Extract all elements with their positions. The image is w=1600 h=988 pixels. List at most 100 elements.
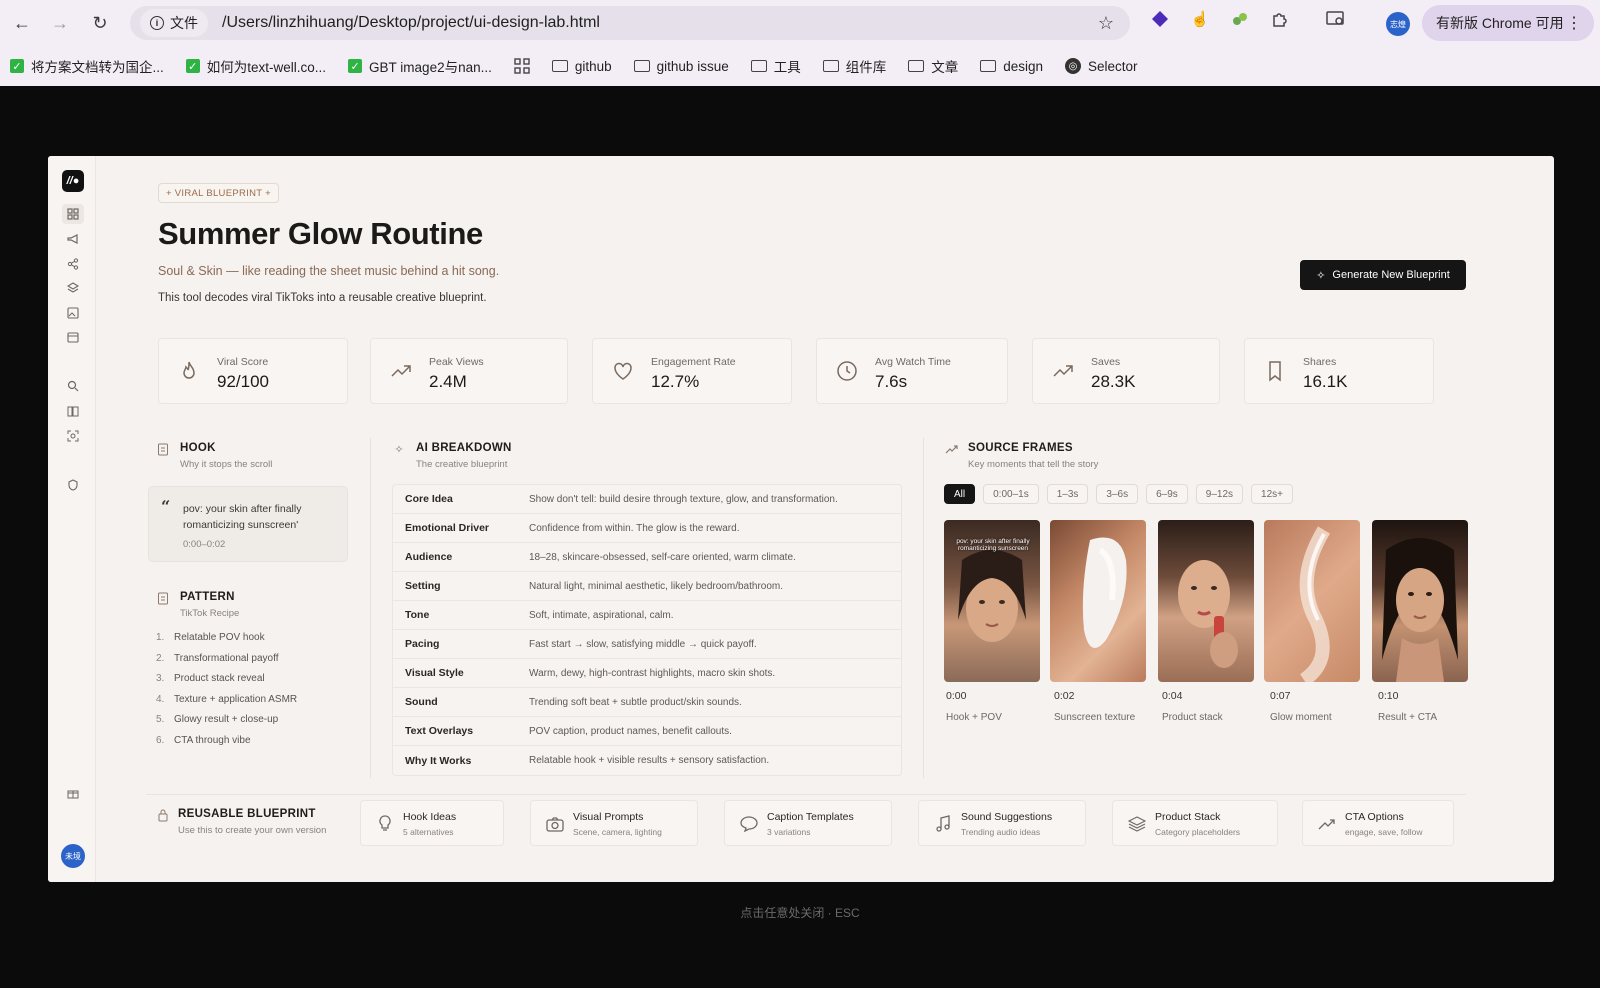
- bookmark-item[interactable]: ✓ 如何为text-well.co...: [185, 56, 327, 76]
- bookmark-label: github: [574, 58, 612, 74]
- lightbulb-icon: [375, 814, 395, 834]
- visual-prompts-card[interactable]: Visual Prompts Scene, camera, lighting: [530, 800, 698, 846]
- trend-up-icon: [1051, 359, 1075, 383]
- stat-card-engagement-rate: Engagement Rate 12.7%: [592, 338, 792, 404]
- calendar-icon[interactable]: [62, 327, 84, 347]
- card-subtitle: engage, save, follow: [1345, 827, 1423, 837]
- card-subtitle: Trending audio ideas: [961, 827, 1041, 837]
- site-info-button[interactable]: i 文件: [140, 9, 208, 37]
- caption-templates-card[interactable]: Caption Templates 3 variations: [724, 800, 892, 846]
- table-row: Why It Works Relatable hook + visible res…: [405, 754, 770, 767]
- bookmark-item[interactable]: 组件库: [822, 56, 886, 76]
- layers-icon[interactable]: [62, 278, 84, 298]
- chrome-update-button[interactable]: 有新版 Chrome 可用 ⋮: [1422, 5, 1594, 41]
- card-subtitle: 5 alternatives: [403, 827, 454, 837]
- camera-icon: [545, 814, 565, 834]
- source-frame-thumbnail[interactable]: [1050, 520, 1146, 682]
- stat-label: Saves: [1091, 356, 1121, 368]
- table-row: Text Overlays POV caption, product names,…: [393, 717, 901, 746]
- filter-chip-all[interactable]: All: [944, 484, 976, 504]
- filter-chip[interactable]: 1–3s: [1046, 484, 1089, 504]
- forward-arrow-icon[interactable]: →: [42, 5, 78, 41]
- table-row: Visual Style Warm, dewy, high-contrast hi…: [393, 659, 901, 688]
- bookmark-item[interactable]: design: [980, 59, 1043, 74]
- search-icon[interactable]: [62, 376, 84, 396]
- sound-suggestions-card[interactable]: Sound Suggestions Trending audio ideas: [918, 800, 1086, 846]
- breakdown-title: AI BREAKDOWN: [416, 442, 512, 454]
- bookmark-item[interactable]: 文章: [908, 56, 958, 76]
- app-logo[interactable]: //●: [62, 170, 84, 192]
- stat-label: Shares: [1303, 356, 1337, 368]
- source-frame-thumbnail[interactable]: [1264, 520, 1360, 682]
- stat-card-viral-score: Viral Score 92/100: [158, 338, 348, 404]
- filter-chip[interactable]: 0:00–1s: [983, 484, 1039, 504]
- stat-label: Engagement Rate: [651, 356, 736, 368]
- scan-face-icon[interactable]: [62, 426, 84, 446]
- url-text[interactable]: /Users/linzhihuang/Desktop/project/ui-de…: [222, 14, 600, 32]
- bookmark-label: 如何为text-well.co...: [206, 60, 327, 75]
- filter-chip[interactable]: 3–6s: [1096, 484, 1139, 504]
- source-frame-thumbnail[interactable]: pov: your skin after finally romanticizi…: [944, 520, 1040, 682]
- site-info-label: 文件: [170, 15, 198, 31]
- filter-chip[interactable]: 12s+: [1251, 484, 1293, 504]
- card-title: Caption Templates: [767, 811, 854, 823]
- grid-icon[interactable]: [62, 204, 84, 224]
- source-frame-thumbnail[interactable]: [1158, 520, 1254, 682]
- reusable-subtitle: Use this to create your own version: [178, 825, 327, 836]
- product-stack-card[interactable]: Product Stack Category placeholders: [1112, 800, 1278, 846]
- gallery-icon[interactable]: [62, 303, 84, 323]
- checkmark-icon: ✓: [10, 59, 24, 73]
- bookmark-item[interactable]: github: [551, 58, 612, 74]
- gift-icon[interactable]: [62, 783, 84, 803]
- generate-blueprint-button[interactable]: ✧ Generate New Blueprint: [1300, 260, 1466, 290]
- extension-diamond-icon[interactable]: [1150, 9, 1170, 29]
- user-avatar[interactable]: 未境: [61, 844, 85, 868]
- sparkle-icon: ✧: [1316, 269, 1326, 282]
- table-row: Audience 18–28, skincare-obsessed, self-c…: [393, 543, 901, 572]
- bookmark-label: 文章: [931, 60, 959, 75]
- hook-ideas-card[interactable]: Hook Ideas 5 alternatives: [360, 800, 504, 846]
- tab-search-icon[interactable]: [1326, 9, 1346, 29]
- frame-time: 0:07: [1270, 690, 1291, 702]
- bookmark-item[interactable]: ◎ Selector: [1065, 58, 1138, 74]
- extension-hand-icon[interactable]: ☝: [1190, 9, 1210, 29]
- filter-chip[interactable]: 6–9s: [1146, 484, 1188, 504]
- library-icon[interactable]: [62, 401, 84, 421]
- bookmark-item[interactable]: 工具: [750, 56, 801, 76]
- back-arrow-icon[interactable]: ←: [4, 5, 40, 41]
- hook-quote-card: “ pov: your skin after finally romantici…: [148, 486, 348, 562]
- bookmark-item[interactable]: github issue: [633, 59, 729, 74]
- card-subtitle: 3 variations: [767, 827, 811, 837]
- bookmark-label: Selector: [1088, 58, 1138, 74]
- source-frame-thumbnail[interactable]: [1372, 520, 1468, 682]
- folder-icon: [750, 60, 767, 72]
- folder-icon: [633, 60, 650, 72]
- frame-time: 0:00: [946, 690, 967, 702]
- bookmark-item[interactable]: ✓ GBT image2与nan...: [348, 56, 492, 76]
- address-bar[interactable]: i 文件 /Users/linzhihuang/Desktop/project/…: [130, 6, 1130, 40]
- stat-card-shares: Shares 16.1K: [1244, 338, 1434, 404]
- star-icon[interactable]: ☆: [1098, 13, 1114, 34]
- card-title: Sound Suggestions: [961, 811, 1053, 823]
- megaphone-icon[interactable]: [62, 229, 84, 249]
- list-item: 4. Texture + application ASMR: [156, 693, 298, 705]
- cta-options-card[interactable]: CTA Options engage, save, follow: [1302, 800, 1454, 846]
- extensions-puzzle-icon[interactable]: [1270, 9, 1290, 29]
- extension-puzzle-green-icon[interactable]: [1230, 9, 1250, 29]
- hook-subtitle: Why it stops the scroll: [180, 459, 273, 470]
- profile-avatar[interactable]: 志煌: [1386, 12, 1410, 36]
- folder-icon: [822, 60, 839, 72]
- stat-card-saves: Saves 28.3K: [1032, 338, 1220, 404]
- card-title: Hook Ideas: [403, 811, 457, 823]
- bookmark-item[interactable]: ✓ 将方案文档转为国企...: [10, 56, 164, 76]
- list-item: 2. Transformational payoff: [156, 652, 279, 664]
- share-nodes-icon[interactable]: [62, 254, 84, 274]
- breakdown-subtitle: The creative blueprint: [416, 459, 508, 470]
- filter-chip[interactable]: 9–12s: [1195, 484, 1244, 504]
- apps-grid-icon[interactable]: [514, 58, 530, 74]
- lock-icon: [156, 808, 170, 822]
- more-vertical-icon[interactable]: ⋮: [1566, 13, 1582, 33]
- document-icon: [156, 442, 170, 456]
- shield-icon[interactable]: [62, 475, 84, 495]
- reload-icon[interactable]: ↻: [82, 5, 118, 41]
